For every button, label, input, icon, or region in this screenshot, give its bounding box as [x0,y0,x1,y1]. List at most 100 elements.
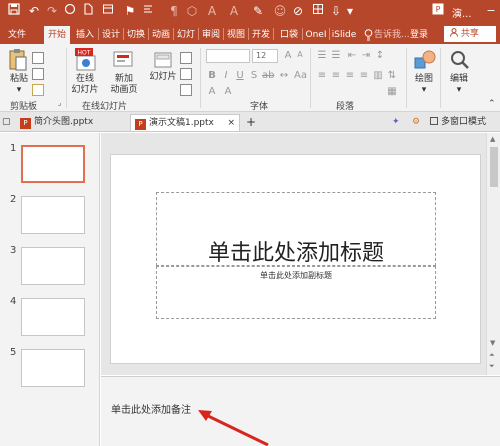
brush-icon[interactable]: ✎ [250,3,266,19]
drawing-shapes-icon[interactable] [414,50,436,73]
prev-slide-icon[interactable]: ⏶ [489,351,495,360]
tab-file[interactable]: 文件 [4,26,30,44]
section-icon[interactable] [180,84,192,96]
bullets-icon[interactable]: ☰ [316,50,328,61]
tab-view[interactable]: 视图 [224,26,248,44]
tab-pocket[interactable]: 口袋 [277,26,301,44]
align-icon[interactable] [140,3,156,19]
slide-layout-button[interactable]: 幻灯片 [148,72,178,83]
font-size-combo[interactable]: 12 [252,49,278,63]
numbering-icon[interactable]: ☰ [330,50,342,61]
start-icon[interactable] [62,3,78,19]
italic-icon[interactable]: I [220,70,232,81]
copy-icon[interactable] [32,68,44,80]
redo-icon[interactable]: ↷ [44,3,60,19]
justify-icon[interactable]: ≡ [358,70,370,81]
align-right-icon[interactable]: ≡ [344,70,356,81]
new-slide-icon[interactable] [112,50,136,75]
spacing-icon[interactable]: ↔ [278,70,290,81]
columns-icon[interactable]: ▥ [372,70,384,81]
line-spacing-icon[interactable]: ↕ [374,50,386,61]
settings-gear-icon[interactable]: ⚙ [412,114,424,131]
tab-home[interactable]: 开始 [44,26,70,44]
tell-me-search[interactable]: 告诉我... [374,26,410,44]
share-button[interactable]: 共享 [444,26,496,42]
more-icon[interactable]: ⊘ [290,3,306,19]
text-direction-icon[interactable]: ⇅ [386,70,398,81]
shape-icon[interactable]: ⬡ [184,3,200,19]
shrink-font-icon[interactable]: A [294,50,306,59]
clipboard-launcher-icon[interactable]: ⌟ [58,99,61,107]
paste-dropdown-icon[interactable]: ▾ [8,85,30,96]
case-icon[interactable]: Aa [294,70,307,81]
tab-onenote[interactable]: OneI [303,26,329,44]
editing-dropdown-icon[interactable]: ▾ [444,85,474,96]
collapse-ribbon-icon[interactable]: ⌃ [488,99,496,109]
online-slides-button[interactable]: 在线 幻灯片 [66,74,104,96]
scroll-thumb[interactable] [490,147,498,187]
tab-animations[interactable]: 动画 [149,26,173,44]
layout-grid-icon[interactable] [154,52,172,71]
customize-dropdown-icon[interactable]: ▾ [342,3,358,19]
layout-icon-small[interactable] [180,52,192,64]
tab-insert[interactable]: 插入 [72,26,98,44]
tab-developer[interactable]: 开发 [249,26,273,44]
next-slide-icon[interactable]: ⏷ [489,362,495,371]
tab-list-icon[interactable]: ▢ [2,114,14,131]
add-tab-button[interactable]: + [246,114,258,131]
increase-indent-icon[interactable]: ⇥ [360,50,372,61]
close-tab-icon[interactable]: × [227,115,235,131]
cut-icon[interactable] [32,52,44,64]
paragraph-icon[interactable]: ¶ [166,3,182,19]
login-link[interactable]: 登录 [410,27,428,40]
paste-icon[interactable] [8,48,28,75]
grid-icon[interactable] [310,3,326,19]
subtitle-placeholder[interactable]: 单击此处添加副标题 [156,266,436,319]
multi-window-mode-button[interactable]: 多窗口模式 [430,114,500,131]
notes-placeholder[interactable]: 单击此处添加备注 [111,401,191,416]
lightbulb-icon[interactable] [361,26,375,44]
tab-transitions[interactable]: 切换 [124,26,148,44]
doc-tab-1[interactable]: P 简介头图.pptx [16,114,124,131]
slide-thumbnail[interactable] [21,145,85,183]
tab-review[interactable]: 审阅 [199,26,223,44]
slide-thumbnail[interactable] [21,247,85,285]
doc-tab-2[interactable]: P 演示文稿1.pptx × [130,114,240,131]
drawing-button[interactable]: 绘图 [410,74,438,85]
font-color-ribbon-icon[interactable]: A [222,86,234,97]
bold-icon[interactable]: B [206,70,218,81]
save-icon[interactable] [6,3,22,19]
undo-icon[interactable]: ↶ [26,3,42,19]
layout-icon[interactable] [100,3,116,19]
text-icon[interactable]: A [226,3,242,19]
tab-slideshow[interactable]: 幻灯 [174,26,198,44]
scroll-down-icon[interactable]: ▼ [490,339,495,347]
font-name-combo[interactable] [206,49,250,63]
slide-thumbnail[interactable] [21,196,85,234]
strikethrough-icon[interactable]: ab [262,70,274,81]
align-left-icon[interactable]: ≡ [316,70,328,81]
grow-font-icon[interactable]: A [282,50,294,61]
smartart-icon[interactable]: ▦ [386,86,398,97]
scroll-up-icon[interactable]: ▲ [490,135,495,143]
new-doc-icon[interactable] [80,3,96,19]
slide-thumbnail[interactable] [21,349,85,387]
font-color-icon[interactable]: A [204,3,220,19]
pin-icon[interactable]: ✦ [392,114,404,131]
slide-thumbnail[interactable] [21,298,85,336]
tab-islide[interactable]: iSlide [330,26,358,44]
title-placeholder[interactable]: 单击此处添加标题 [156,192,436,266]
underline-icon[interactable]: U [234,70,246,81]
find-icon[interactable] [450,50,470,73]
paste-button[interactable]: 粘贴 [8,74,30,85]
clear-format-icon[interactable]: A [206,86,218,97]
online-slides-icon[interactable]: HOT [74,48,100,75]
minimize-button[interactable]: − [484,2,498,20]
editing-button[interactable]: 编辑 [444,74,474,85]
tab-design[interactable]: 设计 [99,26,123,44]
smile-icon[interactable]: ☺ [272,3,288,19]
decrease-indent-icon[interactable]: ⇤ [346,50,358,61]
reset-icon[interactable] [180,68,192,80]
slide-canvas[interactable]: 单击此处添加标题 单击此处添加副标题 [110,154,481,364]
format-painter-icon[interactable] [32,84,44,96]
